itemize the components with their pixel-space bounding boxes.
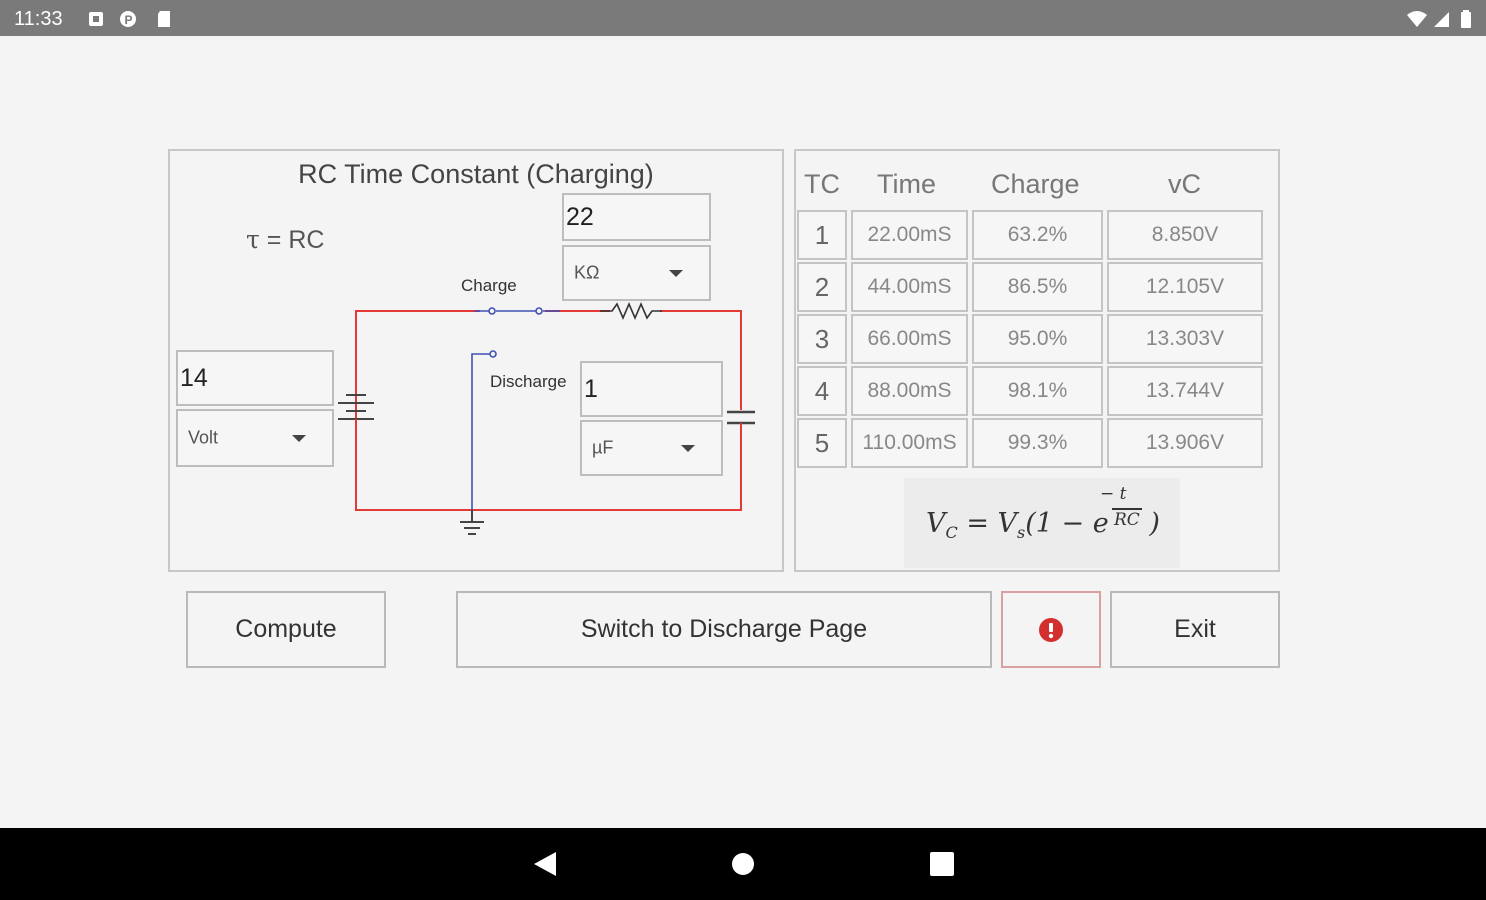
table-cell-charge: 99.3% — [972, 418, 1103, 468]
recents-icon[interactable] — [902, 828, 982, 900]
capacitance-unit-label: µF — [592, 437, 614, 458]
table-cell-time: 66.00mS — [851, 314, 968, 364]
table-cell-tc: 2 — [797, 262, 847, 312]
exit-button[interactable]: Exit — [1110, 591, 1280, 668]
table-cell-charge: 95.0% — [972, 314, 1103, 364]
formula-close: ) — [1140, 508, 1160, 539]
discharge-label: Discharge — [490, 372, 567, 391]
header-charge: Charge — [991, 169, 1080, 199]
table-cell-charge: 86.5% — [972, 262, 1103, 312]
table-cell-vc: 13.303V — [1107, 314, 1263, 364]
table-cell-time: 110.00mS — [851, 418, 968, 468]
info-button[interactable] — [1001, 591, 1101, 668]
voltage-unit-dropdown[interactable]: Volt — [176, 409, 334, 467]
chevron-down-icon — [669, 270, 683, 277]
capacitance-input[interactable]: 1 — [580, 361, 723, 417]
formula-vs: V — [997, 508, 1018, 539]
table-cell-charge: 98.1% — [972, 366, 1103, 416]
table-cell-vc: 8.850V — [1107, 210, 1263, 260]
formula-exp-den: RC — [1114, 510, 1140, 530]
table-cell-time: 22.00mS — [851, 210, 968, 260]
navigation-bar — [0, 828, 1486, 900]
voltage-unit-label: Volt — [188, 427, 219, 448]
chevron-down-icon — [292, 435, 306, 442]
header-time: Time — [877, 169, 936, 199]
resistance-input[interactable]: 22 — [562, 193, 711, 241]
table-cell-vc: 12.105V — [1107, 262, 1263, 312]
table-cell-tc: 1 — [797, 210, 847, 260]
formula-exp-num: − t — [1100, 484, 1127, 504]
compute-button[interactable]: Compute — [186, 591, 386, 668]
table-cell-charge: 63.2% — [972, 210, 1103, 260]
capacitor-symbol — [727, 380, 755, 452]
back-icon[interactable] — [504, 828, 584, 900]
info-circle-icon — [1039, 617, 1063, 642]
table-cell-time: 44.00mS — [851, 262, 968, 312]
ground-symbol — [460, 510, 484, 535]
switch-discharge-button[interactable]: Switch to Discharge Page — [456, 591, 992, 668]
formula-eq: = — [957, 508, 998, 539]
voltage-input[interactable]: 14 — [176, 350, 334, 406]
header-tc: TC — [804, 169, 840, 199]
chevron-down-icon — [681, 445, 695, 452]
formula-open: (1 − e — [1025, 508, 1109, 539]
charge-label: Charge — [461, 276, 517, 295]
table-cell-time: 88.00mS — [851, 366, 968, 416]
table-cell-tc: 5 — [797, 418, 847, 468]
home-icon[interactable] — [703, 828, 783, 900]
table-cell-vc: 13.906V — [1107, 418, 1263, 468]
formula-vc: V — [926, 508, 946, 539]
formula-vc-sub: C — [945, 523, 958, 542]
charge-switch — [474, 307, 560, 315]
wire-top-left — [355, 310, 480, 500]
table-cell-tc: 3 — [797, 314, 847, 364]
table-cell-vc: 13.744V — [1107, 366, 1263, 416]
resistor-symbol — [600, 301, 662, 321]
resistance-unit-dropdown[interactable]: KΩ — [562, 245, 711, 301]
resistance-unit-label: KΩ — [574, 262, 600, 283]
capacitance-unit-dropdown[interactable]: µF — [580, 420, 723, 476]
header-vc: vC — [1168, 169, 1201, 199]
table-cell-tc: 4 — [797, 366, 847, 416]
